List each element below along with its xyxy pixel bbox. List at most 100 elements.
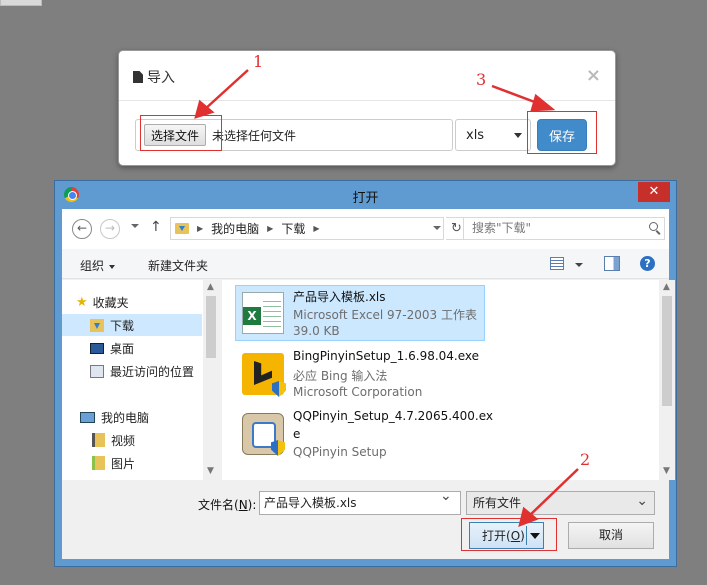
file-description: QQPinyin Setup (293, 445, 387, 459)
downloads-folder-icon (90, 318, 104, 332)
caret-down-icon (514, 133, 522, 138)
address-bar[interactable]: ▶ 我的电脑 ▶ 下载 ▶ (170, 217, 444, 240)
annotation-number-1: 1 (253, 52, 264, 71)
background-tab (0, 0, 42, 6)
recent-places-icon (90, 364, 104, 378)
filetype-select[interactable]: 所有文件 ⌄ (466, 491, 655, 515)
annotation-number-2: 2 (580, 450, 591, 469)
pictures-folder-icon (92, 456, 105, 470)
file-company: Microsoft Corporation (293, 385, 423, 399)
scroll-up-icon[interactable]: ▲ (207, 282, 214, 292)
view-options-icon[interactable] (550, 257, 564, 270)
new-folder-button[interactable]: 新建文件夹 (148, 257, 208, 274)
excel-file-icon: X (242, 292, 284, 334)
file-list-scrollbar[interactable]: ▲ ▼ (659, 280, 675, 480)
caret-down-icon (109, 264, 116, 269)
nav-item-desktop[interactable]: 桌面 (62, 337, 202, 359)
desktop-icon (90, 342, 104, 354)
modal-close-icon[interactable]: × (586, 65, 601, 86)
view-dropdown-icon[interactable] (575, 263, 583, 267)
forward-button[interactable]: → (100, 219, 120, 239)
format-select[interactable]: xls (455, 119, 531, 151)
videos-folder-icon (92, 433, 105, 447)
nav-item-pictures[interactable]: 图片 (62, 452, 202, 474)
scroll-up-icon[interactable]: ▲ (663, 282, 670, 292)
file-name: BingPinyinSetup_1.6.98.04.exe (293, 349, 480, 363)
file-icon (133, 71, 143, 83)
scroll-down-icon[interactable]: ▼ (207, 466, 214, 476)
breadcrumb-my-computer[interactable]: 我的电脑 (211, 220, 259, 237)
file-name-wrap: e (293, 427, 301, 441)
address-dropdown-icon[interactable] (433, 226, 441, 230)
navigation-bar: ← → ↑ ▶ 我的电脑 ▶ 下载 ▶ ↻ 搜索"下载" (62, 209, 669, 249)
search-placeholder: 搜索"下载" (472, 221, 532, 235)
nav-item-favorites[interactable]: ★ 收藏夹 (76, 291, 216, 313)
search-input[interactable]: 搜索"下载" (463, 217, 665, 240)
cancel-button[interactable]: 取消 (568, 522, 654, 549)
scrollbar-thumb[interactable] (206, 296, 216, 358)
filetype-value: 所有文件 (473, 496, 522, 510)
star-icon: ★ (76, 294, 88, 310)
annotation-box-choose-file (140, 115, 222, 151)
dialog-body: ← → ↑ ▶ 我的电脑 ▶ 下载 ▶ ↻ 搜索"下载" 组织 新建文件夹 ? … (62, 209, 675, 559)
downloads-folder-icon (175, 223, 189, 234)
nav-item-label: 图片 (111, 456, 136, 471)
file-type: Microsoft Excel 97-2003 工作表 (293, 308, 477, 322)
nav-item-label: 桌面 (110, 341, 135, 356)
chevron-right-icon[interactable]: ▶ (267, 224, 273, 233)
search-icon (649, 222, 658, 231)
organize-label: 组织 (80, 259, 105, 273)
format-select-value: xls (466, 127, 485, 143)
nav-item-label: 我的电脑 (101, 410, 150, 425)
chevron-down-icon: ⌄ (636, 493, 648, 509)
uac-shield-icon (271, 440, 285, 456)
file-size: 39.0 KB (293, 324, 340, 338)
command-toolbar: 组织 新建文件夹 ? (62, 249, 669, 279)
navigation-pane: ★ 收藏夹 下载 桌面 最近访问的位置 我的电脑 视频 图片 ▲ ▼ (62, 280, 219, 480)
nav-item-videos[interactable]: 视频 (62, 429, 202, 451)
modal-title: 导入 (133, 67, 175, 87)
chevron-right-icon[interactable]: ▶ (197, 224, 203, 233)
file-list: X 产品导入模板.xls Microsoft Excel 97-2003 工作表… (222, 280, 675, 480)
scrollbar-thumb[interactable] (662, 296, 672, 406)
file-item-xls[interactable]: X 产品导入模板.xls Microsoft Excel 97-2003 工作表… (235, 285, 485, 341)
back-button[interactable]: ← (72, 219, 92, 239)
uac-shield-icon (272, 381, 286, 397)
up-button[interactable]: ↑ (150, 219, 162, 235)
annotation-number-3: 3 (476, 70, 487, 89)
file-description: 必应 Bing 输入法 (293, 369, 388, 383)
open-file-dialog: 打开 ✕ ← → ↑ ▶ 我的电脑 ▶ 下载 ▶ ↻ 搜索"下载" 组织 新建文… (54, 180, 677, 567)
file-name: QQPinyin_Setup_4.7.2065.400.ex (293, 409, 494, 423)
dialog-close-button[interactable]: ✕ (638, 182, 670, 202)
scroll-down-icon[interactable]: ▼ (663, 466, 670, 476)
preview-pane-icon[interactable] (604, 256, 620, 271)
nav-item-my-computer[interactable]: 我的电脑 (62, 406, 202, 428)
no-file-chosen-text: 未选择任何文件 (212, 128, 297, 143)
dialog-titlebar[interactable]: 打开 ✕ (55, 181, 676, 209)
bing-installer-icon (242, 353, 286, 397)
nav-item-downloads[interactable]: 下载 (62, 314, 202, 336)
file-item-qq-setup[interactable]: QQPinyin_Setup_4.7.2065.400.ex e QQPinyi… (236, 407, 493, 463)
nav-item-label: 收藏夹 (92, 295, 129, 310)
chevron-right-icon[interactable]: ▶ (313, 224, 319, 233)
help-icon[interactable]: ? (640, 256, 655, 271)
nav-item-label: 视频 (111, 433, 136, 448)
file-item-bing-setup[interactable]: BingPinyinSetup_1.6.98.04.exe 必应 Bing 输入… (236, 347, 486, 403)
dialog-title: 打开 (352, 191, 379, 206)
filename-label: 文件名(N): (198, 498, 257, 512)
annotation-box-save (527, 111, 597, 154)
breadcrumb-downloads[interactable]: 下载 (281, 220, 305, 237)
qq-installer-icon (242, 413, 285, 456)
organize-menu[interactable]: 组织 (80, 257, 116, 274)
computer-icon (80, 411, 95, 423)
modal-header: 导入 × (119, 51, 615, 101)
file-name: 产品导入模板.xls (293, 290, 386, 304)
nav-item-recent-places[interactable]: 最近访问的位置 (62, 360, 202, 382)
modal-title-text: 导入 (147, 70, 175, 86)
filename-input[interactable]: 产品导入模板.xls (259, 491, 461, 515)
nav-pane-scrollbar[interactable]: ▲ ▼ (203, 280, 219, 480)
nav-item-label: 下载 (110, 318, 135, 333)
nav-item-label: 最近访问的位置 (110, 364, 195, 379)
annotation-box-open (461, 518, 557, 551)
recent-locations-dropdown-icon[interactable] (131, 224, 139, 228)
